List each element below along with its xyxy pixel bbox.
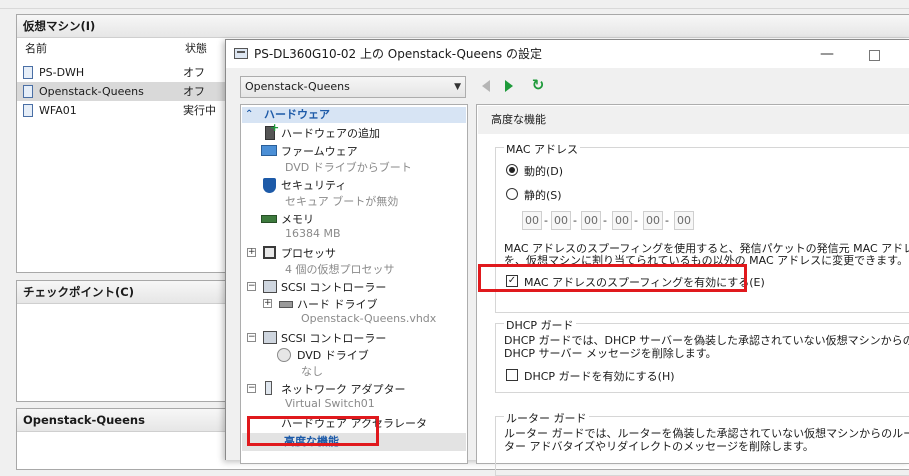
tree-item-label: ファームウェア [281,145,358,158]
vm-selector-dropdown[interactable]: Openstack-Queens ▼ [240,76,466,98]
next-arrow-icon[interactable] [505,80,513,92]
dialog-title: PS-DL360G10-02 上の Openstack-Queens の設定 [254,47,542,61]
mac-address-input: 00 - 00 - 00 - 00 - 00 - 00 [522,211,712,230]
router-description-line-1: ルーター ガードでは、ルーターを偽装した承認されていない仮想マシンからのルー [504,427,909,440]
highlight-advanced-features [247,416,379,446]
mac-octet-4[interactable]: 00 [612,211,632,230]
tree-item-label: SCSI コントローラー [281,281,387,294]
dynamic-mac-label[interactable]: 動的(D) [524,163,563,179]
dynamic-mac-radio[interactable] [506,164,518,176]
collapse-chevron-icon[interactable]: ⌃ [245,107,253,123]
tree-item-label: SCSI コントローラー [281,332,387,345]
tree-item-label: メモリ [281,213,314,226]
network-adapter-icon [265,381,272,395]
tree-item-sub: 16384 MB [285,227,341,240]
shield-icon [263,178,276,193]
mac-octet-5[interactable]: 00 [643,211,663,230]
settings-window-icon [234,48,248,59]
settings-dialog: PS-DL360G10-02 上の Openstack-Queens の設定 —… [225,39,909,476]
vm-selector-value: Openstack-Queens [245,80,350,93]
mac-octet-1[interactable]: 00 [522,211,542,230]
settings-tree: ⌃ ハードウェア + ハードウェアの追加 ファームウェア DVD ドライブからブ… [240,104,468,464]
vm-icon [23,66,33,79]
processor-icon [263,246,276,259]
vm-row-selected[interactable]: Openstack-Queens オフ [17,82,237,101]
minimize-icon[interactable]: — [819,46,835,62]
mac-octet-2[interactable]: 00 [551,211,571,230]
hard-drive-icon [279,301,293,308]
tree-item-label: DVD ドライブ [297,349,369,362]
scsi-controller-icon [263,280,277,293]
dhcp-guard-checkbox[interactable] [506,369,518,381]
tree-item-sub: なし [301,365,323,378]
vm-icon [23,104,33,117]
window-top-strip [0,0,909,9]
dhcp-guard-group: DHCP ガード DHCP ガードでは、DHCP サーバーを偽装した承認されてい… [495,317,909,393]
vm-name: Openstack-Queens [39,85,144,98]
tree-item-label: プロセッサ [281,247,336,260]
mac-separator: - [665,214,669,227]
vm-state: オフ [183,66,205,79]
vm-state: 実行中 [183,104,216,117]
collapse-minus-icon[interactable]: − [247,384,256,393]
dhcp-guard-group-title: DHCP ガード [504,317,576,333]
plus-icon: + [270,121,280,134]
mac-separator: - [573,214,577,227]
highlight-mac-spoofing [478,264,747,292]
vm-name: WFA01 [39,104,77,117]
column-name[interactable]: 名前 [25,39,47,59]
vm-row[interactable]: WFA01 実行中 [17,101,237,120]
vm-name: PS-DWH [39,66,85,79]
router-description-line-2: ター アドバタイズやリダイレクトのメッセージを削除します。 [504,440,814,453]
router-guard-group: ルーター ガード ルーター ガードでは、ルーターを偽装した承認されていない仮想マ… [495,410,909,476]
static-mac-label[interactable]: 静的(S) [524,187,562,203]
maximize-icon[interactable] [869,50,880,61]
router-guard-group-title: ルーター ガード [504,410,589,426]
dialog-titlebar[interactable]: PS-DL360G10-02 上の Openstack-Queens の設定 — [226,40,909,68]
tree-item-label: セキュリティ [281,179,347,192]
collapse-minus-icon[interactable]: − [247,333,256,342]
dhcp-description-line-1: DHCP ガードでは、DHCP サーバーを偽装した承認されていない仮想マシンから… [504,334,909,347]
memory-icon [261,215,277,223]
vm-icon [23,85,33,98]
dvd-disc-icon [277,348,291,362]
collapse-minus-icon[interactable]: − [247,282,256,291]
dhcp-description-line-2: DHCP サーバー メッセージを削除します。 [504,347,717,360]
pane-title: 高度な機能 [478,106,909,134]
mac-octet-6[interactable]: 00 [674,211,694,230]
tree-item-label: ハードウェアの追加 [281,127,380,140]
mac-separator: - [634,214,638,227]
tree-item-label: ネットワーク アダプター [281,383,406,396]
scsi-controller-icon [263,331,277,344]
previous-arrow-icon[interactable] [482,80,490,92]
static-mac-radio[interactable] [506,188,518,200]
vm-panel-title: 仮想マシン(I) [17,15,909,38]
vm-state: オフ [183,85,205,98]
firmware-icon [261,145,277,156]
dhcp-guard-label[interactable]: DHCP ガードを有効にする(H) [524,368,675,384]
tree-item-sub: セキュア ブートが無効 [285,195,399,208]
chevron-down-icon: ▼ [454,82,461,92]
column-state[interactable]: 状態 [185,39,207,59]
tree-item-label: ハード ドライブ [297,298,378,311]
refresh-icon[interactable]: ↻ [530,77,546,93]
tree-item-sub: Openstack-Queens.vhdx [301,312,437,325]
expand-plus-icon[interactable]: + [263,299,272,308]
mac-octet-3[interactable]: 00 [581,211,601,230]
vm-row[interactable]: PS-DWH オフ [17,63,237,82]
expand-plus-icon[interactable]: + [247,248,256,257]
mac-address-group-title: MAC アドレス [504,141,580,157]
mac-separator: - [544,214,548,227]
tree-item-sub: Virtual Switch01 [285,397,375,410]
tree-item-sub: DVD ドライブからブート [285,161,412,174]
tree-item-sub: 4 個の仮想プロセッサ [285,263,395,276]
mac-separator: - [603,214,607,227]
